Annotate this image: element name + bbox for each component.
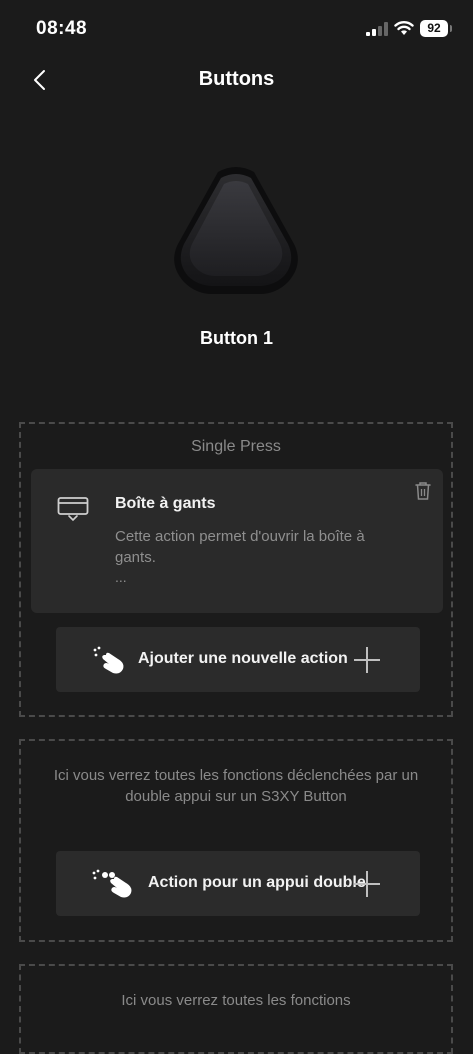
device-name: Button 1 [200, 328, 273, 348]
long-press-info: Ici vous verrez toutes les fonctions [121, 992, 351, 1009]
action-card[interactable]: Boîte à gants Cette action permet d'ouvr… [31, 469, 443, 613]
plus-icon [354, 647, 380, 673]
double-press-action-label: Action pour un appui double [148, 874, 366, 891]
plus-icon [354, 871, 380, 897]
device-image [174, 167, 298, 294]
nav-bar: Buttons [0, 58, 473, 102]
add-action-button[interactable]: Ajouter une nouvelle action [56, 627, 420, 692]
wifi-icon [394, 21, 414, 35]
double-press-section: Ici vous verrez toutes les fonctions déc… [19, 739, 453, 942]
status-time: 08:48 [36, 18, 88, 39]
double-press-info: Ici vous verrez toutes les fonctions déc… [53, 767, 419, 805]
double-tap-hand-icon [92, 869, 132, 898]
action-title: Boîte à gants [115, 495, 216, 512]
tap-hand-icon [93, 646, 124, 674]
battery-indicator: 92 [420, 20, 452, 37]
add-action-label: Ajouter une nouvelle action [138, 650, 348, 667]
section-title: Single Press [191, 438, 281, 455]
cellular-signal-icon [366, 22, 388, 36]
status-bar: 08:48 92 [0, 0, 473, 60]
action-more: ... [115, 569, 127, 585]
action-description: Cette action permet d'ouvrir la boîte à … [115, 528, 365, 566]
glovebox-icon [57, 497, 89, 522]
long-press-section: Ici vous verrez toutes les fonctions [19, 964, 453, 1054]
page-title: Buttons [198, 68, 275, 90]
trash-icon[interactable] [414, 481, 432, 501]
double-press-action-button[interactable]: Action pour un appui double [56, 851, 420, 916]
single-press-section: Single Press Boîte à gants Cette action … [19, 422, 453, 717]
